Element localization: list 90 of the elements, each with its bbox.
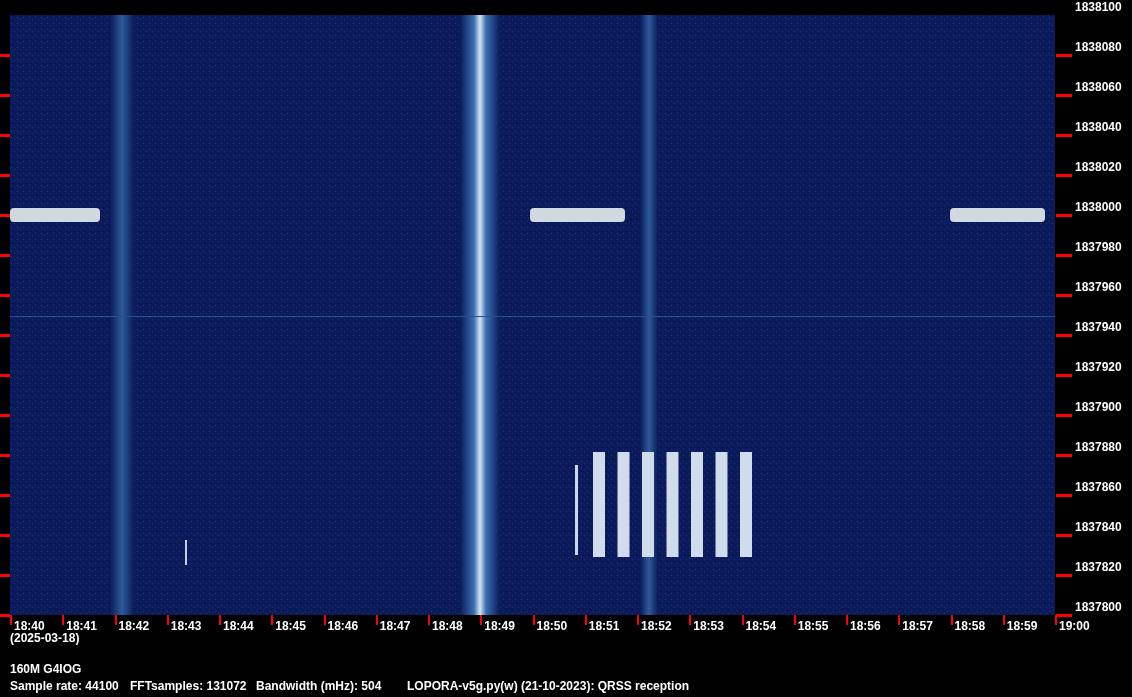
tick-mark bbox=[1056, 574, 1072, 577]
tick-mark bbox=[1056, 374, 1072, 377]
frequency-label: 1838020 bbox=[1075, 161, 1122, 173]
frequency-label: 1837820 bbox=[1075, 561, 1122, 573]
time-label: 18:41 bbox=[66, 620, 97, 632]
time-label: 18:45 bbox=[275, 620, 306, 632]
tick-mark bbox=[1056, 534, 1072, 537]
tick-mark bbox=[114, 615, 117, 625]
frequency-label: 1838100 bbox=[1075, 1, 1122, 13]
time-label: 18:50 bbox=[536, 620, 568, 632]
time-label: 18:48 bbox=[432, 620, 463, 632]
tick-mark bbox=[62, 615, 65, 625]
frequency-label: 1837860 bbox=[1075, 481, 1122, 493]
frequency-label: 1837800 bbox=[1075, 601, 1122, 613]
time-label: 18:57 bbox=[902, 620, 933, 632]
frequency-label: 1838000 bbox=[1075, 201, 1122, 213]
tick-mark bbox=[480, 615, 483, 625]
time-label: 18:51 bbox=[588, 620, 620, 632]
tick-mark bbox=[1056, 94, 1072, 97]
time-label: 18:53 bbox=[693, 620, 724, 632]
tick-mark bbox=[898, 615, 901, 625]
tick-mark bbox=[637, 615, 639, 625]
tick-mark bbox=[0, 214, 10, 217]
tick-mark bbox=[0, 94, 10, 97]
tick-mark bbox=[1056, 454, 1072, 457]
time-label: 19:00 bbox=[1059, 620, 1090, 632]
tick-mark bbox=[0, 174, 10, 177]
tick-mark bbox=[1056, 414, 1072, 417]
tick-mark bbox=[0, 254, 10, 257]
station-label: 160M G4IOG bbox=[10, 663, 83, 675]
tick-mark bbox=[0, 454, 10, 457]
tick-mark bbox=[1056, 54, 1072, 57]
frequency-label: 1837880 bbox=[1075, 441, 1122, 453]
time-label: 18:46 bbox=[327, 620, 359, 632]
frequency-label: 1837840 bbox=[1075, 521, 1122, 533]
tick-mark bbox=[584, 615, 587, 625]
tick-mark bbox=[428, 615, 430, 625]
time-label: 18:54 bbox=[745, 620, 777, 632]
time-label: 18:52 bbox=[641, 620, 672, 632]
tick-mark bbox=[0, 134, 10, 137]
frequency-label: 1838040 bbox=[1075, 121, 1122, 133]
tick-mark bbox=[0, 334, 10, 337]
time-label: 18:44 bbox=[223, 620, 254, 632]
tick-mark bbox=[846, 615, 848, 625]
bandwidth-text: Bandwidth (mHz): 504 bbox=[256, 680, 383, 692]
time-label: 18:49 bbox=[484, 620, 515, 632]
time-label: 18:40 bbox=[14, 620, 45, 632]
frequency-label: 1838080 bbox=[1075, 41, 1122, 53]
frequency-label: 1837900 bbox=[1075, 401, 1122, 413]
frequency-label: 1838060 bbox=[1075, 81, 1122, 93]
fft-samples-text: FFTsamples: 131072 bbox=[130, 680, 244, 692]
tick-mark bbox=[1056, 294, 1072, 297]
time-label: 18:56 bbox=[850, 620, 881, 632]
time-label: 18:55 bbox=[797, 620, 829, 632]
tick-mark bbox=[1056, 254, 1072, 257]
tick-mark bbox=[0, 54, 10, 57]
tick-mark bbox=[532, 615, 535, 625]
tick-mark bbox=[0, 294, 10, 297]
tick-mark bbox=[219, 615, 221, 625]
tick-mark bbox=[0, 574, 10, 577]
frequency-label: 1837980 bbox=[1075, 241, 1122, 253]
time-label: 18:42 bbox=[118, 620, 150, 632]
tick-mark bbox=[793, 615, 796, 625]
frequency-label: 1837920 bbox=[1075, 361, 1122, 373]
tick-mark bbox=[689, 615, 692, 625]
tick-mark bbox=[375, 615, 378, 625]
time-label: 18:58 bbox=[954, 620, 986, 632]
tick-mark bbox=[741, 615, 744, 625]
tick-mark bbox=[1002, 615, 1005, 625]
time-label: 18:47 bbox=[379, 620, 411, 632]
tick-mark bbox=[1056, 134, 1072, 137]
tick-mark bbox=[1056, 174, 1072, 177]
frequency-label: 1837940 bbox=[1075, 321, 1122, 333]
tick-mark bbox=[166, 615, 169, 625]
frequency-label: 1837960 bbox=[1075, 281, 1122, 293]
tick-mark bbox=[950, 615, 953, 625]
tick-mark bbox=[0, 374, 10, 377]
tick-mark bbox=[1056, 494, 1072, 497]
date-label: (2025-03-18) bbox=[10, 632, 80, 644]
tick-mark bbox=[323, 615, 326, 625]
program-info-text: LOPORA-v5g.py(w) (21-10-2023): QRSS reception bbox=[407, 680, 690, 692]
time-label: 18:43 bbox=[170, 620, 202, 632]
sample-rate-text: Sample rate: 44100 bbox=[10, 680, 118, 692]
tick-mark bbox=[0, 494, 10, 497]
tick-mark bbox=[0, 414, 10, 417]
tick-mark bbox=[1056, 214, 1072, 217]
time-label: 18:59 bbox=[1006, 620, 1038, 632]
tick-mark bbox=[271, 615, 274, 625]
tick-mark bbox=[0, 534, 10, 537]
tick-mark bbox=[1056, 334, 1072, 337]
